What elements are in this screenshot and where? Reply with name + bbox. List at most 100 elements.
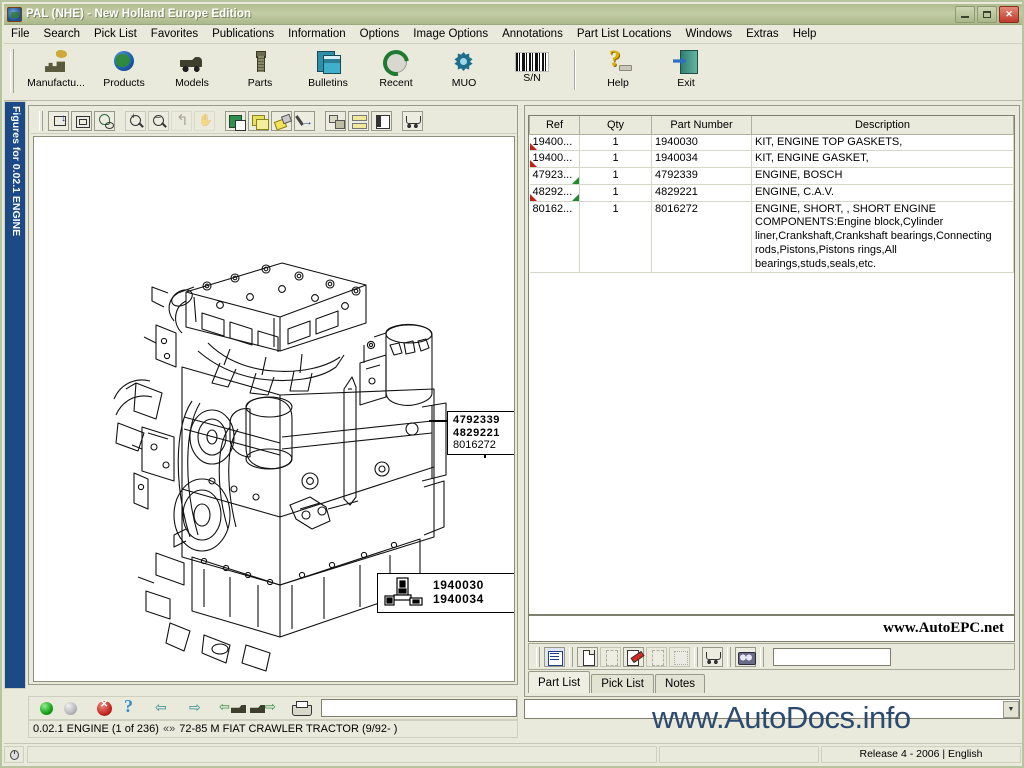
menu-item-options[interactable]: Options: [353, 26, 407, 42]
status-grey-ball-icon[interactable]: [59, 698, 83, 718]
edit-document-icon[interactable]: [623, 646, 644, 667]
menu-item-search[interactable]: Search: [37, 26, 87, 42]
pan-hand-icon[interactable]: [194, 110, 215, 131]
part-list-view-icon[interactable]: [544, 646, 565, 667]
figure-status-figure: 0.02.1 ENGINE (1 of 236): [33, 723, 159, 735]
callout-line: 1940034: [433, 592, 484, 606]
toolbar-button-products[interactable]: Products: [90, 45, 158, 95]
superseded-part-marker-icon: [572, 176, 579, 184]
table-row[interactable]: 47923... 1 4792339 ENGINE, BOSCH: [529, 167, 1014, 185]
table-row[interactable]: 80162... 1 8016272 ENGINE, SHORT, , SHOR…: [529, 201, 1014, 274]
menu-item-pick-list[interactable]: Pick List: [87, 26, 144, 42]
paste-document-icon[interactable]: [669, 646, 690, 667]
toolbar-button-help[interactable]: Help: [584, 45, 652, 95]
menu-item-windows[interactable]: Windows: [678, 26, 739, 42]
side-panel-icon[interactable]: [371, 110, 392, 131]
parts-tabs: Part List Pick List Notes: [528, 671, 1015, 693]
menu-item-annotations[interactable]: Annotations: [495, 26, 570, 42]
question-help-icon[interactable]: [117, 696, 141, 718]
column-header-description[interactable]: Description: [751, 116, 1014, 135]
stop-cancel-icon[interactable]: [93, 698, 117, 718]
toolbar-grip[interactable]: [10, 49, 14, 93]
previous-model-icon[interactable]: [219, 698, 249, 718]
undo-icon[interactable]: [171, 110, 192, 131]
menu-item-file[interactable]: File: [4, 26, 37, 42]
copy-document-icon[interactable]: [646, 646, 667, 667]
toolbar-button-models[interactable]: Models: [158, 45, 226, 95]
factory-icon: [42, 49, 70, 75]
tab-pick-list[interactable]: Pick List: [591, 674, 655, 693]
toolbar-label: Recent: [379, 77, 413, 89]
cell-part-number[interactable]: 1940030: [651, 134, 752, 152]
shopping-cart-icon[interactable]: [402, 110, 423, 131]
zoom-in-icon[interactable]: [125, 110, 146, 131]
toolbar-button-serial-number[interactable]: S/N: [498, 45, 566, 95]
callout-line: 8016272: [453, 439, 496, 452]
cell-ref[interactable]: 48292...: [529, 184, 580, 202]
column-header-qty[interactable]: Qty: [579, 116, 652, 135]
zoom-out-icon[interactable]: [148, 110, 169, 131]
table-row[interactable]: 19400... 1 1940034 KIT, ENGINE GASKET,: [529, 150, 1014, 168]
stacked-view-icon[interactable]: [348, 110, 369, 131]
figure-nav-input[interactable]: [321, 699, 517, 717]
parts-table-container[interactable]: Ref Qty Part Number Description 19400...…: [528, 115, 1015, 615]
menu-item-publications[interactable]: Publications: [205, 26, 281, 42]
cell-ref[interactable]: 80162...: [529, 201, 580, 274]
find-binoculars-icon[interactable]: [735, 646, 756, 667]
minimize-button[interactable]: [955, 5, 975, 23]
table-row[interactable]: 19400... 1 1940030 KIT, ENGINE TOP GASKE…: [529, 134, 1014, 152]
cell-qty: 1: [579, 201, 652, 274]
column-header-ref[interactable]: Ref: [529, 116, 580, 135]
status-green-ball-icon[interactable]: [35, 698, 59, 718]
cell-part-number[interactable]: 8016272: [651, 201, 752, 274]
toolbar-button-muo[interactable]: MUO: [430, 45, 498, 95]
lasso-select-icon[interactable]: [94, 110, 115, 131]
menu-item-favorites[interactable]: Favorites: [144, 26, 205, 42]
add-to-cart-icon[interactable]: [702, 646, 723, 667]
hotspot-icon[interactable]: [225, 110, 246, 131]
menu-item-help[interactable]: Help: [786, 26, 824, 42]
cell-part-number[interactable]: 4829221: [651, 184, 752, 202]
bottom-combo-box[interactable]: ▼: [524, 699, 1020, 719]
menu-item-part-list-locations[interactable]: Part List Locations: [570, 26, 679, 42]
parts-search-input[interactable]: [773, 647, 891, 666]
toolbar-button-bulletins[interactable]: Bulletins: [294, 45, 362, 95]
fit-width-icon[interactable]: [48, 110, 69, 131]
window-title: PAL (NHE) - New Holland Europe Edition: [26, 8, 252, 20]
highlighter-icon[interactable]: [271, 110, 292, 131]
split-view-icon[interactable]: [325, 110, 346, 131]
figure-canvas[interactable]: 4792339 4829221 8016272 1940030 1940034: [33, 136, 515, 682]
menu-item-information[interactable]: Information: [281, 26, 353, 42]
parts-toolbar-grip[interactable]: [536, 646, 540, 667]
tab-part-list[interactable]: Part List: [528, 671, 591, 693]
document-plain-icon[interactable]: [600, 646, 621, 667]
print-icon[interactable]: [289, 698, 313, 718]
column-header-part-number[interactable]: Part Number: [651, 116, 752, 135]
status-cell-secondary: [659, 745, 819, 763]
cell-ref[interactable]: 47923...: [529, 167, 580, 185]
table-row[interactable]: 48292... 1 4829221 ENGINE, C.A.V.: [529, 184, 1014, 202]
cell-part-number[interactable]: 1940034: [651, 150, 752, 168]
fit-page-icon[interactable]: [71, 110, 92, 131]
new-document-icon[interactable]: [577, 646, 598, 667]
cell-part-number[interactable]: 4792339: [651, 167, 752, 185]
tab-notes[interactable]: Notes: [655, 674, 706, 693]
toolbar-button-parts[interactable]: Parts: [226, 45, 294, 95]
image-toolbar-grip[interactable]: [39, 110, 43, 131]
chevron-down-icon[interactable]: ▼: [1003, 700, 1019, 718]
cell-ref[interactable]: 19400...: [529, 134, 580, 152]
pen-annotate-icon[interactable]: [294, 110, 315, 131]
cell-ref[interactable]: 19400...: [529, 150, 580, 168]
toolbar-button-recent[interactable]: Recent: [362, 45, 430, 95]
arrow-left-icon[interactable]: [151, 698, 175, 718]
restore-button[interactable]: [977, 5, 997, 23]
close-button[interactable]: ✕: [999, 5, 1019, 23]
figures-dock-strip[interactable]: Figures for 0.02.1 ENGINE: [4, 101, 26, 689]
toolbar-button-exit[interactable]: Exit: [652, 45, 720, 95]
toolbar-button-manufacturers[interactable]: Manufactu...: [22, 45, 90, 95]
menu-item-extras[interactable]: Extras: [739, 26, 786, 42]
arrow-right-icon[interactable]: [185, 698, 209, 718]
next-model-icon[interactable]: [249, 698, 279, 718]
menu-item-image-options[interactable]: Image Options: [406, 26, 495, 42]
layers-icon[interactable]: [248, 110, 269, 131]
